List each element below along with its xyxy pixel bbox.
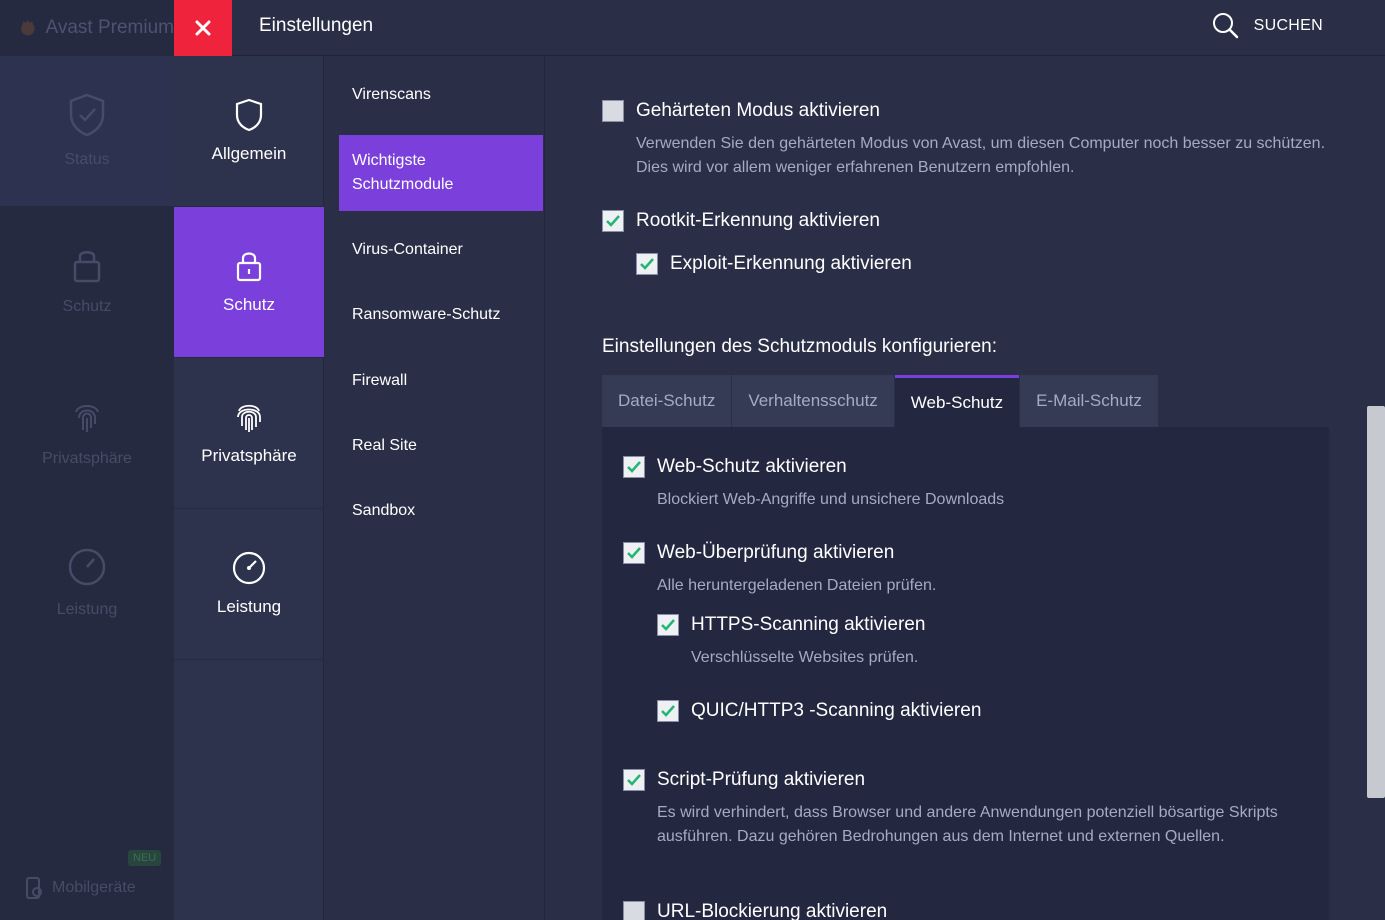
setting-web-check: Web-Überprüfung aktivieren	[623, 542, 894, 564]
shield-check-icon	[69, 93, 105, 137]
submenu-item-ransomware-schutz[interactable]: Ransomware-Schutz	[339, 302, 543, 328]
tab-email-schutz[interactable]: E-Mail-Schutz	[1020, 375, 1158, 427]
quic-scanning-label: QUIC/HTTP3 -Scanning aktivieren	[691, 700, 982, 721]
category-label: Allgemein	[211, 144, 287, 163]
speedometer-icon	[68, 548, 106, 586]
module-tabs: Datei-Schutz Verhaltensschutz Web-Schutz…	[602, 375, 1159, 427]
background-item-privatsphaere: Privatsphäre	[0, 358, 174, 508]
category-label: Schutz	[223, 295, 275, 314]
https-scanning-description: Verschlüsselte Websites prüfen.	[691, 649, 919, 666]
background-item-leistung: Leistung	[0, 508, 174, 658]
rootkit-checkbox[interactable]	[602, 210, 624, 232]
settings-header: Einstellungen SUCHEN	[174, 0, 1385, 56]
search-icon	[1212, 13, 1238, 39]
setting-script-check: Script-Prüfung aktivieren	[623, 769, 865, 791]
setting-rootkit: Rootkit-Erkennung aktivieren	[602, 210, 880, 232]
background-item-schutz: Schutz	[0, 206, 174, 356]
submenu-item-virenscans[interactable]: Virenscans	[339, 82, 543, 108]
section-title: Einstellungen des Schutzmoduls konfiguri…	[602, 336, 998, 357]
speedometer-icon	[232, 551, 266, 585]
search-button[interactable]: SUCHEN	[1212, 12, 1323, 40]
category-label: Privatsphäre	[201, 446, 297, 465]
setting-exploit: Exploit-Erkennung aktivieren	[636, 253, 912, 275]
background-item-mobile: Mobilgeräte	[24, 876, 136, 900]
lock-icon	[73, 251, 101, 283]
script-check-checkbox[interactable]	[623, 769, 645, 791]
web-check-description: Alle heruntergeladenen Dateien prüfen.	[657, 577, 937, 594]
category-leistung[interactable]: Leistung	[174, 509, 324, 660]
close-icon	[195, 20, 211, 36]
background-item-label: Leistung	[56, 601, 118, 618]
web-protection-description: Blockiert Web-Angriffe und unsichere Dow…	[657, 491, 1005, 508]
web-protection-checkbox[interactable]	[623, 456, 645, 478]
web-check-label: Web-Überprüfung aktivieren	[657, 542, 895, 563]
setting-url-blocking: URL-Blockierung aktivieren	[623, 901, 887, 920]
submenu: Virenscans Wichtigste Schutzmodule Virus…	[325, 56, 545, 920]
submenu-item-virus-container[interactable]: Virus-Container	[339, 237, 543, 263]
background-brand: Avast Premium	[0, 0, 174, 56]
checkmark-icon	[627, 461, 641, 473]
script-check-label: Script-Prüfung aktivieren	[657, 769, 866, 790]
tab-web-schutz[interactable]: Web-Schutz	[894, 375, 1020, 427]
category-schutz[interactable]: Schutz	[174, 207, 324, 358]
quic-scanning-checkbox[interactable]	[657, 700, 679, 722]
hardened-mode-label: Gehärteten Modus aktivieren	[636, 100, 880, 121]
submenu-item-firewall[interactable]: Firewall	[339, 368, 543, 394]
category-label: Leistung	[216, 597, 282, 616]
https-scanning-checkbox[interactable]	[657, 614, 679, 636]
https-scanning-label: HTTPS-Scanning aktivieren	[691, 614, 926, 635]
checkmark-icon	[661, 619, 675, 631]
exploit-checkbox[interactable]	[636, 253, 658, 275]
search-label: SUCHEN	[1253, 17, 1323, 34]
submenu-item-real-site[interactable]: Real Site	[339, 433, 543, 459]
lock-icon	[236, 252, 262, 282]
setting-hardened-mode: Gehärteten Modus aktivieren	[602, 100, 880, 122]
tab-datei-schutz[interactable]: Datei-Schutz	[602, 375, 732, 427]
checkmark-icon	[640, 258, 654, 270]
checkmark-icon	[627, 774, 641, 786]
new-badge: NEU	[128, 850, 162, 866]
url-blocking-checkbox[interactable]	[623, 901, 645, 920]
shield-icon	[235, 98, 263, 132]
rootkit-label: Rootkit-Erkennung aktivieren	[636, 210, 880, 231]
background-item-status: Status	[0, 56, 174, 206]
setting-quic-scanning: QUIC/HTTP3 -Scanning aktivieren	[657, 700, 981, 722]
script-check-description: Es wird verhindert, dass Browser und and…	[657, 804, 1278, 845]
category-allgemein[interactable]: Allgemein	[174, 56, 324, 207]
url-blocking-label: URL-Blockierung aktivieren	[657, 901, 888, 920]
category-menu: Allgemein Schutz Privatsphäre Leistung	[174, 56, 324, 920]
hardened-mode-checkbox[interactable]	[602, 100, 624, 122]
tab-verhaltensschutz[interactable]: Verhaltensschutz	[732, 375, 894, 427]
submenu-item-sandbox[interactable]: Sandbox	[339, 498, 543, 524]
checkmark-icon	[627, 547, 641, 559]
background-brand-label: Avast Premium	[45, 17, 174, 38]
web-check-checkbox[interactable]	[623, 542, 645, 564]
exploit-label: Exploit-Erkennung aktivieren	[670, 253, 912, 274]
hardened-mode-description: Verwenden Sie den gehärteten Modus von A…	[636, 135, 1326, 176]
checkmark-icon	[606, 215, 620, 227]
close-button[interactable]	[174, 0, 232, 56]
settings-content: Gehärteten Modus aktivieren Verwenden Si…	[545, 56, 1385, 920]
submenu-item-wichtigste-schutzmodule[interactable]: Wichtigste Schutzmodule	[339, 135, 543, 211]
setting-https-scanning: HTTPS-Scanning aktivieren	[657, 614, 925, 636]
category-privatsphaere[interactable]: Privatsphäre	[174, 358, 324, 509]
page-title: Einstellungen	[259, 15, 374, 36]
fingerprint-icon	[75, 405, 99, 432]
background-item-label: Schutz	[62, 298, 112, 315]
background-item-label: Status	[64, 151, 110, 168]
fingerprint-icon	[237, 404, 261, 432]
mobile-device-icon	[26, 877, 42, 899]
checkmark-icon	[661, 705, 675, 717]
avast-logo-icon	[21, 20, 35, 36]
background-item-label: Privatsphäre	[42, 450, 132, 467]
setting-web-protection: Web-Schutz aktivieren	[623, 456, 847, 478]
scrollbar-thumb[interactable]	[1367, 406, 1385, 798]
background-mobile-label: Mobilgeräte	[52, 879, 136, 896]
web-protection-label: Web-Schutz aktivieren	[657, 456, 847, 477]
web-schutz-panel: Web-Schutz aktivieren Blockiert Web-Angr…	[602, 427, 1329, 920]
background-app-sidebar: Avast Premium Status Schutz Privatsphäre…	[0, 0, 174, 920]
